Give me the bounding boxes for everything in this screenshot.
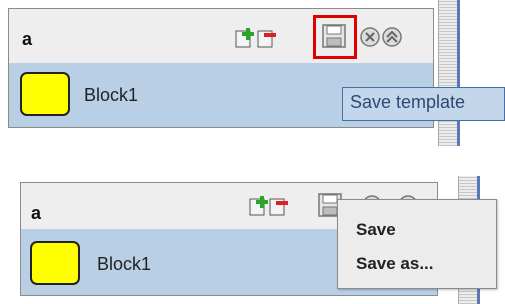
block-color-swatch	[30, 241, 80, 285]
scrollbar-edge	[457, 0, 460, 146]
save-button-highlight	[313, 15, 357, 59]
scrollbar-top[interactable]	[438, 0, 460, 146]
add-icon[interactable]	[235, 27, 259, 49]
menu-item-save-as[interactable]: Save as...	[338, 254, 496, 274]
panel-title: a	[22, 29, 33, 49]
panel-header: a	[9, 9, 433, 63]
panel-title: a	[31, 203, 42, 223]
remove-icon[interactable]	[269, 195, 293, 217]
collapse-icon[interactable]	[381, 26, 403, 48]
save-template-tooltip: Save template	[342, 87, 505, 121]
block-label: Block1	[97, 254, 152, 274]
close-icon[interactable]	[359, 26, 381, 48]
save-popup-menu: Save Save as...	[337, 199, 497, 289]
menu-item-save[interactable]: Save	[338, 220, 496, 240]
remove-icon[interactable]	[257, 27, 281, 49]
block-label: Block1	[84, 85, 139, 105]
block-color-swatch	[20, 72, 70, 116]
